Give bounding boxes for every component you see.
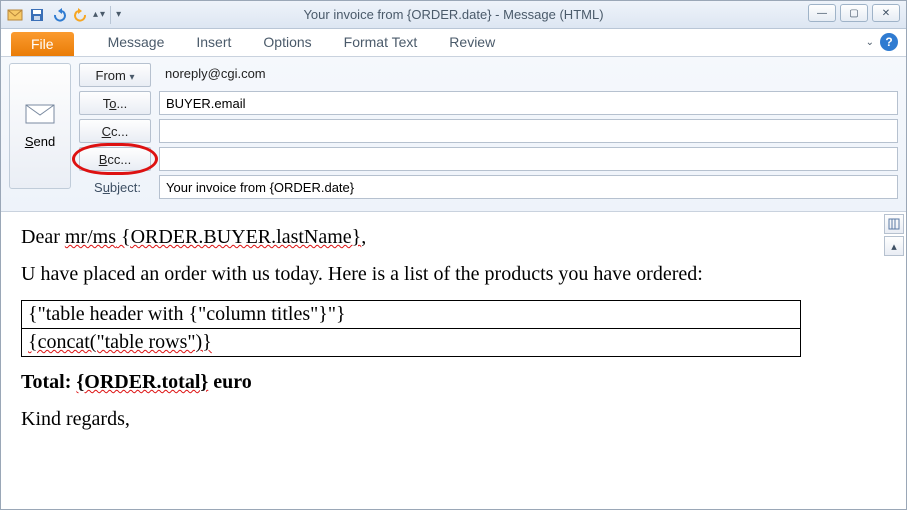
help-icon[interactable]: ? xyxy=(880,33,898,51)
tab-review[interactable]: Review xyxy=(433,30,511,56)
side-scroll: ▴ xyxy=(884,214,904,256)
outlook-icon[interactable] xyxy=(5,5,25,25)
body-table: {"table header with {"column titles"}"} … xyxy=(21,300,801,357)
table-row: {"table header with {"column titles"}"} xyxy=(22,301,801,329)
envelope-icon xyxy=(25,104,55,130)
tab-insert[interactable]: Insert xyxy=(180,30,247,56)
to-button[interactable]: To... xyxy=(79,91,151,115)
subject-label: Subject: xyxy=(79,180,151,195)
cc-button[interactable]: Cc... xyxy=(79,119,151,143)
from-button[interactable]: From ▾ xyxy=(79,63,151,87)
qat-next-icon[interactable]: ▾ xyxy=(100,9,105,20)
body-total: Total: {ORDER.total} euro xyxy=(21,371,886,394)
redo-icon[interactable] xyxy=(71,5,91,25)
minimize-button[interactable]: — xyxy=(808,4,836,22)
qat-customize-icon[interactable]: ▾ xyxy=(116,9,121,20)
ribbon-minimize-icon[interactable]: ⌄ xyxy=(866,37,874,48)
tab-message[interactable]: Message xyxy=(92,30,181,56)
send-label: Send xyxy=(25,134,55,149)
cc-input[interactable] xyxy=(159,119,898,143)
subject-input[interactable] xyxy=(159,175,898,199)
undo-icon[interactable] xyxy=(49,5,69,25)
tab-options[interactable]: Options xyxy=(247,30,327,56)
body-line-1: U have placed an order with us today. He… xyxy=(21,263,886,286)
from-value: noreply@cgi.com xyxy=(159,63,898,87)
save-icon[interactable] xyxy=(27,5,47,25)
ruler-toggle-icon[interactable] xyxy=(884,214,904,234)
tab-format-text[interactable]: Format Text xyxy=(328,30,434,56)
bcc-button[interactable]: Bcc... xyxy=(79,147,151,171)
title-bar: ▴ ▾ ▾ Your invoice from {ORDER.date} - M… xyxy=(1,1,906,29)
table-row: {concat("table rows")} xyxy=(22,329,801,357)
window-controls: — ▢ ✕ xyxy=(808,4,900,22)
body-greeting: Dear mr/ms {ORDER.BUYER.lastName}, xyxy=(21,226,886,249)
window-title: Your invoice from {ORDER.date} - Message… xyxy=(1,7,906,22)
message-body[interactable]: Dear mr/ms {ORDER.BUYER.lastName}, U hav… xyxy=(1,212,906,518)
bcc-input[interactable] xyxy=(159,147,898,171)
maximize-button[interactable]: ▢ xyxy=(840,4,868,22)
header-fields: From ▾ noreply@cgi.com To... Cc... Bcc..… xyxy=(79,63,898,203)
body-signoff: Kind regards, xyxy=(21,408,886,431)
to-input[interactable] xyxy=(159,91,898,115)
send-button[interactable]: Send xyxy=(9,63,71,189)
scroll-up-icon[interactable]: ▴ xyxy=(884,236,904,256)
quick-access-toolbar: ▴ ▾ ▾ xyxy=(1,5,121,25)
compose-header: Send From ▾ noreply@cgi.com To... Cc... … xyxy=(1,57,906,212)
file-tab[interactable]: File xyxy=(11,32,74,56)
close-button[interactable]: ✕ xyxy=(872,4,900,22)
ribbon-tabs: File Message Insert Options Format Text … xyxy=(1,29,906,57)
qat-prev-icon[interactable]: ▴ xyxy=(93,9,98,20)
